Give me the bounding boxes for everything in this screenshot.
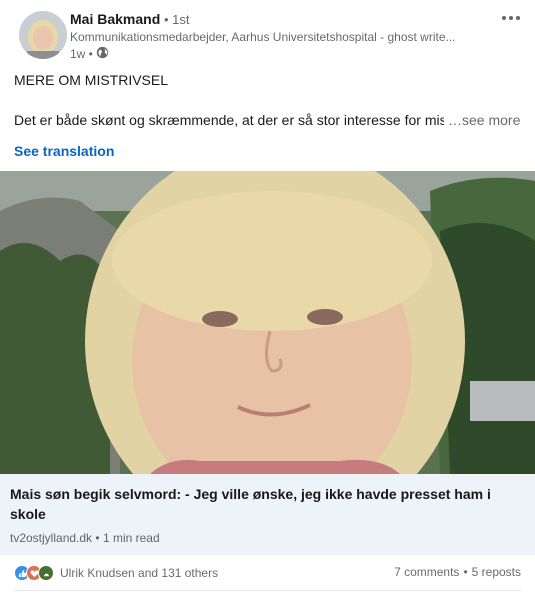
comments-count-link[interactable]: 7 comments bbox=[394, 565, 459, 579]
article-read-time: 1 min read bbox=[102, 531, 160, 545]
article-source: tv2ostjylland.dk bbox=[10, 531, 93, 545]
see-translation-link[interactable]: See translation bbox=[14, 143, 114, 159]
post-body: Det er både skønt og skræmmende, at der … bbox=[14, 112, 444, 128]
article-title[interactable]: Mais søn begik selvmord: - Jeg ville øns… bbox=[10, 484, 520, 524]
social-separator: • bbox=[463, 565, 468, 579]
more-icon bbox=[502, 16, 520, 20]
post-meta: 1w • bbox=[70, 46, 109, 62]
author-name[interactable]: Mai Bakmand bbox=[70, 11, 160, 27]
globe-icon bbox=[96, 46, 109, 62]
author-headline: Kommunikationsmedarbejder, Aarhus Univer… bbox=[70, 30, 456, 44]
see-more-link[interactable]: …see more bbox=[446, 112, 521, 128]
divider bbox=[14, 590, 521, 591]
post-options-button[interactable] bbox=[496, 6, 526, 30]
article-image bbox=[0, 171, 535, 474]
reactions-text: Ulrik Knudsen and 131 others bbox=[60, 566, 219, 580]
article-separator: • bbox=[95, 531, 100, 545]
post-header: Mai Bakmand • 1st Kommunikationsmedarbej… bbox=[0, 0, 535, 64]
social-counts-bar: Ulrik Knudsen and 131 others 7 comments … bbox=[0, 555, 535, 589]
article-card[interactable]: Mais søn begik selvmord: - Jeg ville øns… bbox=[0, 171, 535, 555]
article-meta: tv2ostjylland.dk • 1 min read bbox=[10, 531, 160, 545]
reposts-count-link[interactable]: 5 reposts bbox=[472, 565, 521, 579]
reactions-summary[interactable]: Ulrik Knudsen and 131 others bbox=[14, 565, 218, 581]
author-avatar[interactable] bbox=[19, 11, 67, 59]
post-title: MERE OM MISTRIVSEL bbox=[14, 72, 169, 88]
article-info: Mais søn begik selvmord: - Jeg ville øns… bbox=[0, 474, 535, 555]
post-time: 1w • bbox=[70, 47, 93, 61]
connection-degree: • 1st bbox=[164, 12, 190, 27]
social-counts: 7 comments • 5 reposts bbox=[394, 565, 521, 579]
support-icon bbox=[38, 565, 54, 581]
